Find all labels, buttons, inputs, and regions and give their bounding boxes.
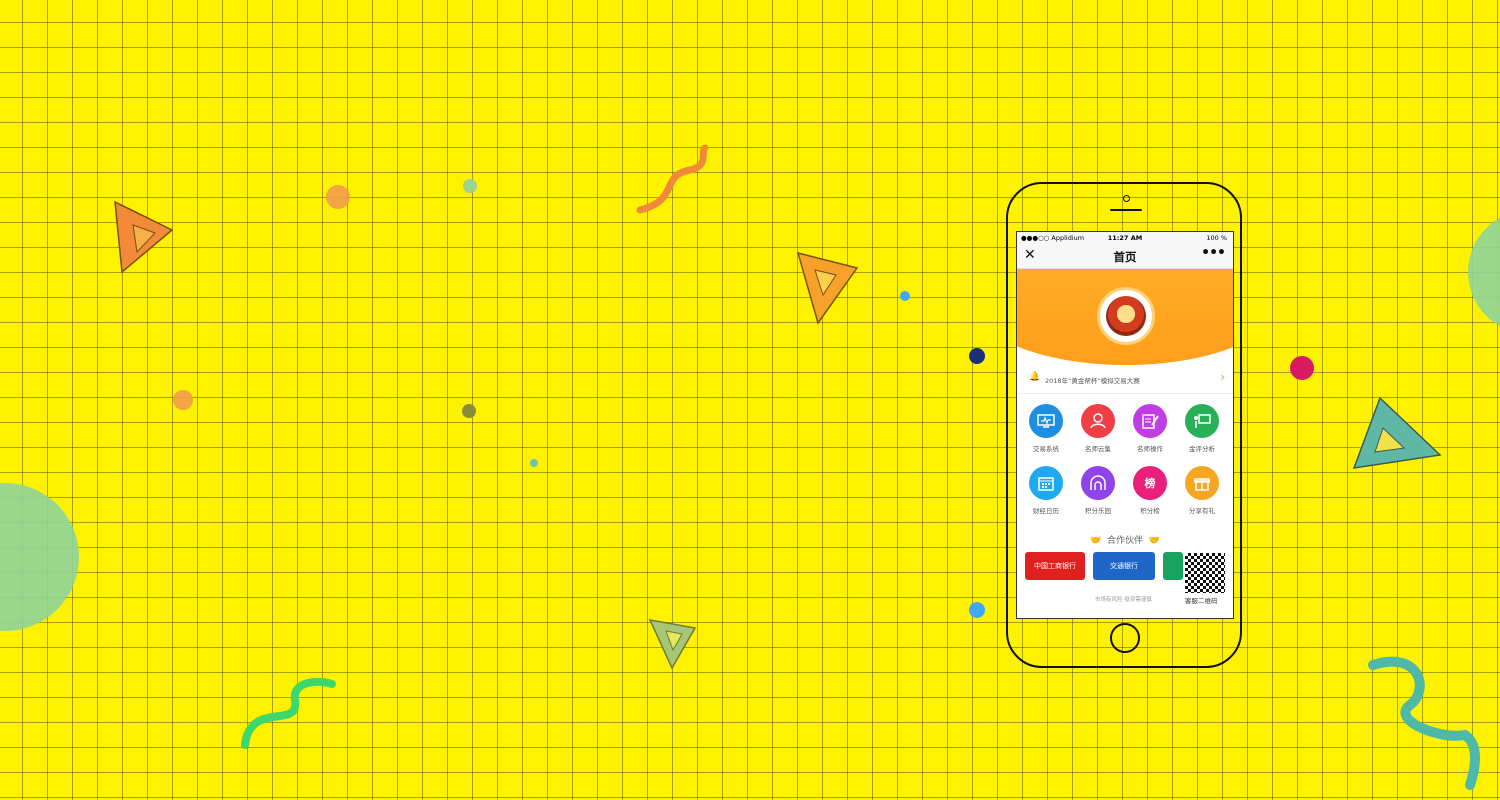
partners-title: 合作伙伴 bbox=[1106, 536, 1143, 546]
bank-logo-third[interactable] bbox=[1163, 552, 1183, 580]
menu-item-label: 分享有礼 bbox=[1189, 507, 1215, 515]
green-triangle-bottom bbox=[648, 619, 697, 670]
orange-triangle-center bbox=[796, 251, 859, 325]
left-green-circle bbox=[0, 483, 79, 631]
menu-item[interactable]: 积分乐园 bbox=[1073, 466, 1123, 515]
handshake-icon: 🤝 bbox=[1148, 536, 1160, 546]
teal-squiggle bbox=[1368, 656, 1480, 790]
risk-note: 市场有风险 投资需谨慎 bbox=[1095, 597, 1152, 603]
avatar[interactable] bbox=[1097, 287, 1155, 345]
menu-item-label: 积分乐园 bbox=[1085, 507, 1111, 515]
status-bar: ●●●○○ Applidium 11:27 AM 100 % bbox=[1017, 232, 1233, 244]
notice-text: 2018年“黄金帮杯”模拟交易大赛 bbox=[1045, 377, 1140, 385]
background-decorations bbox=[0, 144, 1500, 790]
orange-squiggle bbox=[636, 144, 709, 214]
clock-label: 11:27 AM bbox=[1107, 234, 1143, 242]
menu-grid: 交易系统 名师云集 名师操作 金评分析 财经日历 积分乐园 榜 积分榜 分享有礼 bbox=[1017, 394, 1233, 532]
right-green-circle bbox=[1468, 217, 1500, 327]
phone-speaker bbox=[1110, 209, 1142, 211]
blue-dot bbox=[969, 602, 985, 618]
menu-item[interactable]: 名师云集 bbox=[1073, 404, 1123, 453]
teal-triangle-right bbox=[1352, 396, 1442, 469]
olive-dot bbox=[462, 404, 476, 418]
menu-item[interactable]: 财经日历 bbox=[1021, 466, 1071, 515]
chevron-right-icon[interactable]: › bbox=[1220, 370, 1225, 384]
menu-item-label: 金评分析 bbox=[1189, 445, 1215, 453]
bank-logo-bocom[interactable]: 交通银行 bbox=[1093, 552, 1155, 580]
navy-dot bbox=[969, 348, 985, 364]
presentation-icon bbox=[1185, 404, 1219, 438]
partners-logos: 中国工商银行 交通银行 市场有风险 投资需谨慎 客服二维码 bbox=[1017, 550, 1233, 605]
menu-item-label: 积分榜 bbox=[1140, 507, 1160, 515]
green-squiggle bbox=[241, 678, 336, 749]
menu-item-label: 财经日历 bbox=[1033, 507, 1059, 515]
nav-bar: ✕ 首页 ••• bbox=[1017, 244, 1233, 269]
monitor-icon bbox=[1029, 404, 1063, 438]
bell-icon: 🔔 bbox=[1029, 372, 1041, 382]
qr-code bbox=[1185, 553, 1225, 593]
menu-item-label: 交易系统 bbox=[1033, 445, 1059, 453]
blue-dot bbox=[900, 291, 910, 301]
qr-label: 客服二维码 bbox=[1185, 597, 1218, 605]
gift-icon bbox=[1185, 466, 1219, 500]
menu-item[interactable]: 分享有礼 bbox=[1177, 466, 1227, 515]
bank-logo-icbc[interactable]: 中国工商银行 bbox=[1025, 552, 1085, 580]
menu-item-label: 名师操作 bbox=[1137, 445, 1163, 453]
header-banner bbox=[1017, 269, 1233, 365]
partners-header: 🤝 合作伙伴 🤝 bbox=[1017, 532, 1233, 550]
handshake-icon: 🤝 bbox=[1090, 536, 1102, 546]
phone-screen: ●●●○○ Applidium 11:27 AM 100 % ✕ 首页 ••• … bbox=[1016, 231, 1234, 619]
park-icon bbox=[1081, 466, 1115, 500]
battery-label: 100 % bbox=[1206, 234, 1227, 242]
phone-frame: ●●●○○ Applidium 11:27 AM 100 % ✕ 首页 ••• … bbox=[1006, 182, 1242, 668]
orange-triangle-left bbox=[114, 200, 174, 274]
menu-item[interactable]: 榜 积分榜 bbox=[1125, 466, 1175, 515]
rank-icon: 榜 bbox=[1133, 466, 1167, 500]
teal-dot bbox=[530, 459, 538, 467]
more-icon[interactable]: ••• bbox=[1201, 245, 1226, 261]
menu-item[interactable]: 金评分析 bbox=[1177, 404, 1227, 453]
teacher-icon bbox=[1081, 404, 1115, 438]
orange-dot bbox=[326, 185, 350, 209]
green-dot bbox=[463, 179, 477, 193]
avatar-image bbox=[1106, 296, 1146, 336]
edit-icon bbox=[1133, 404, 1167, 438]
menu-item[interactable]: 名师操作 bbox=[1125, 404, 1175, 453]
notice-bar[interactable]: 🔔 2018年“黄金帮杯”模拟交易大赛 › bbox=[1017, 365, 1233, 394]
orange-dot bbox=[173, 390, 193, 410]
magenta-dot bbox=[1290, 356, 1314, 380]
phone-camera bbox=[1123, 195, 1130, 202]
home-button[interactable] bbox=[1110, 623, 1140, 653]
calendar-icon bbox=[1029, 466, 1063, 500]
menu-item[interactable]: 交易系统 bbox=[1021, 404, 1071, 453]
menu-item-label: 名师云集 bbox=[1085, 445, 1111, 453]
